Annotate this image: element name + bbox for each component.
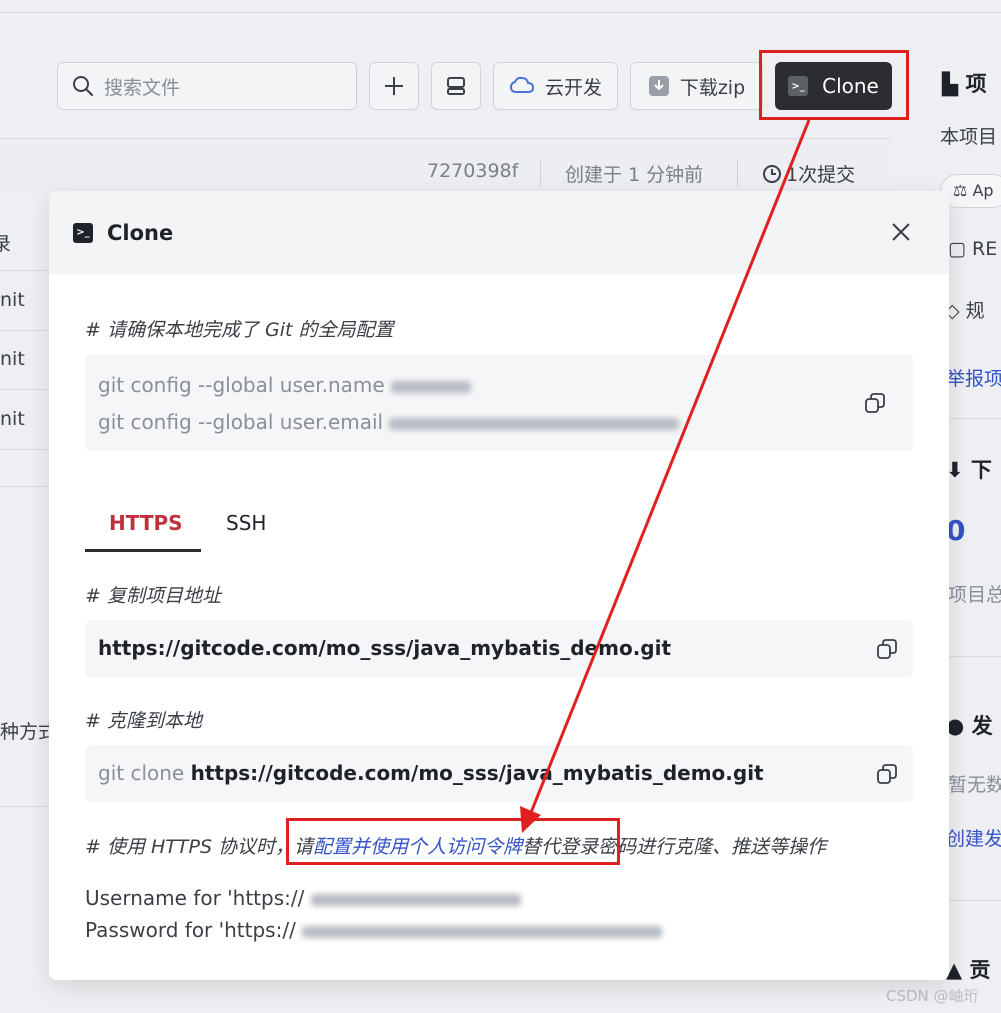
- sidebar-divider: [940, 656, 1001, 657]
- cloud-icon: [509, 76, 535, 96]
- git-config-comment: # 请确保本地完成了 Git 的全局配置: [85, 319, 394, 341]
- password-prompt: Password for 'https://: [85, 918, 663, 942]
- commit-count[interactable]: 1次提交: [762, 160, 855, 187]
- contributors-heading: ▲ 贡: [946, 958, 991, 982]
- repo-url-block: https://gitcode.com/mo_sss/java_mybatis_…: [85, 620, 913, 677]
- search-icon: [73, 76, 93, 96]
- redacted-username: [391, 380, 472, 393]
- file-row-commit[interactable]: nit: [0, 289, 25, 311]
- row-divider: [0, 330, 48, 331]
- project-info-heading: ▙ 项: [942, 72, 987, 96]
- file-icon: ▢: [948, 238, 966, 260]
- report-project-link[interactable]: 举报项: [946, 364, 1001, 391]
- clone-command[interactable]: git clone https://gitcode.com/mo_sss/jav…: [98, 761, 764, 785]
- file-list-heading: 录: [0, 233, 12, 255]
- file-row-commit[interactable]: nit: [0, 408, 25, 430]
- git-config-name-line: git config --global user.name: [98, 373, 472, 397]
- license-badge[interactable]: ⚖ Ap: [940, 174, 1001, 208]
- download-zip-label: 下载zip: [679, 76, 746, 99]
- monitor-icon: [447, 77, 465, 95]
- commit-count-label: 1次提交: [786, 164, 856, 186]
- watermark: CSDN @岫珩: [886, 987, 979, 1005]
- username-prompt: Username for 'https://: [85, 886, 521, 910]
- no-release-text: 暂无数: [948, 774, 1001, 796]
- row-divider: [0, 806, 48, 807]
- copy-icon[interactable]: [875, 762, 899, 786]
- row-divider: [0, 270, 48, 271]
- tab-https[interactable]: HTTPS: [109, 511, 183, 553]
- top-divider: [0, 12, 1001, 13]
- project-total-label: 项目总: [948, 584, 1001, 606]
- repo-url[interactable]: https://gitcode.com/mo_sss/java_mybatis_…: [98, 636, 671, 660]
- tab-ssh[interactable]: SSH: [226, 511, 266, 553]
- document-icon: ▙: [942, 72, 959, 96]
- releases-heading: ● 发: [946, 714, 993, 738]
- dialog-header: >_ Clone: [49, 191, 949, 274]
- cloud-dev-button[interactable]: 云开发: [493, 62, 618, 110]
- clone-comment: # 克隆到本地: [85, 710, 202, 732]
- redacted-password-host: [302, 925, 663, 938]
- web-ide-button[interactable]: [431, 62, 481, 110]
- readme-link[interactable]: ▢ RE: [948, 238, 997, 260]
- downloads-heading: ⬇ 下: [946, 458, 992, 482]
- create-release-link[interactable]: 创建发: [946, 824, 1001, 851]
- rules-link[interactable]: ◇ 规: [945, 296, 985, 323]
- search-placeholder: 搜索文件: [104, 76, 181, 99]
- copy-url-comment: # 复制项目地址: [85, 585, 221, 607]
- commit-divider: [737, 160, 738, 186]
- commit-hash[interactable]: 7270398f: [427, 160, 518, 182]
- git-config-email-line: git config --global user.email: [98, 410, 680, 434]
- sidebar-divider: [940, 900, 1001, 901]
- copy-icon[interactable]: [863, 391, 887, 415]
- add-button[interactable]: [369, 62, 419, 110]
- annotation-box-clone: [759, 50, 909, 120]
- commit-created-time: 创建于 1 分钟前: [565, 164, 704, 186]
- row-divider: [0, 389, 48, 390]
- project-intro: 本项目: [940, 126, 998, 148]
- redacted-email: [389, 417, 680, 430]
- sidebar-divider: [940, 418, 1001, 419]
- redacted-username-host: [310, 893, 521, 906]
- close-icon[interactable]: [889, 220, 913, 244]
- search-input[interactable]: 搜索文件: [57, 62, 357, 110]
- cloud-dev-label: 云开发: [544, 76, 602, 99]
- file-row-commit[interactable]: nit: [0, 348, 25, 370]
- dialog-title: Clone: [107, 220, 174, 245]
- commit-divider: [540, 160, 541, 186]
- row-divider: [0, 449, 48, 450]
- clock-icon: [763, 164, 781, 183]
- copy-icon[interactable]: [875, 637, 899, 661]
- plus-icon: [385, 77, 403, 95]
- scale-icon: ⚖: [953, 181, 968, 200]
- annotation-box-token-link: [286, 818, 620, 865]
- active-tab-indicator: [85, 549, 201, 552]
- row-divider: [0, 486, 48, 487]
- download-zip-button[interactable]: 下载zip: [630, 62, 763, 110]
- git-config-code-block: git config --global user.name git config…: [85, 354, 913, 451]
- clone-command-block: git clone https://gitcode.com/mo_sss/jav…: [85, 745, 913, 802]
- download-icon: [648, 75, 670, 97]
- terminal-icon: >_: [73, 222, 93, 243]
